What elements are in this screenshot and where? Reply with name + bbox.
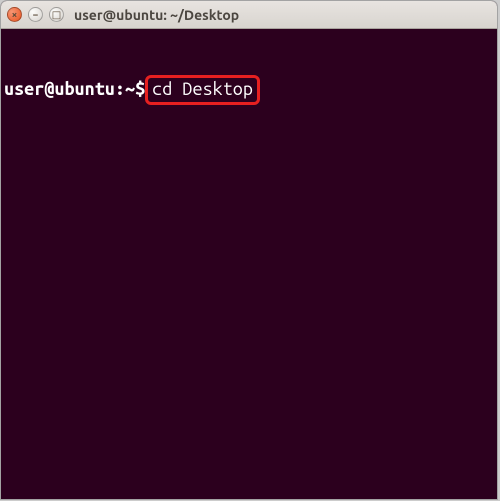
command-highlight: cd Desktop [145, 75, 260, 105]
prompt-user-host: user@ubuntu [4, 78, 115, 100]
close-icon: × [12, 10, 18, 20]
prompt-separator: : [115, 78, 125, 100]
maximize-icon: □ [52, 10, 61, 20]
minimize-button[interactable]: − [28, 7, 43, 22]
terminal-window: × − □ user@ubuntu: ~/Desktop user@ubuntu… [1, 1, 497, 499]
window-controls: × − □ [7, 7, 64, 22]
terminal-body[interactable]: user@ubuntu:~$ cd Desktop [1, 29, 497, 499]
maximize-button[interactable]: □ [49, 7, 64, 22]
minimize-icon: − [33, 10, 39, 20]
titlebar[interactable]: × − □ user@ubuntu: ~/Desktop [1, 1, 497, 29]
prompt-path: ~ [125, 78, 135, 100]
close-button[interactable]: × [7, 7, 22, 22]
window-title: user@ubuntu: ~/Desktop [74, 7, 239, 23]
prompt-line: user@ubuntu:~$ cd Desktop [4, 75, 494, 105]
command-text: cd Desktop [152, 79, 253, 99]
prompt-symbol: $ [135, 78, 145, 100]
